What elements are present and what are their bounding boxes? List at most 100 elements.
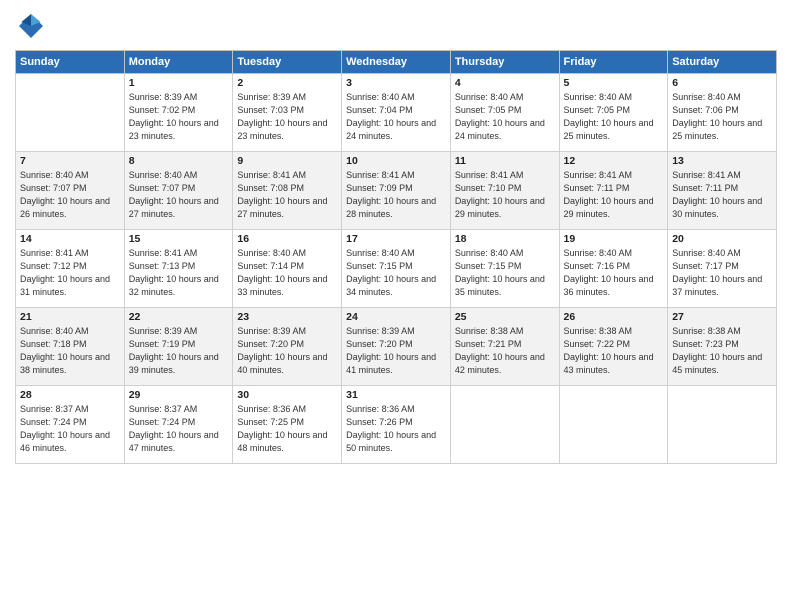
day-number: 22 bbox=[129, 311, 229, 323]
cell-text: Sunrise: 8:37 AMSunset: 7:24 PMDaylight:… bbox=[129, 403, 229, 455]
day-number: 21 bbox=[20, 311, 120, 323]
day-number: 8 bbox=[129, 155, 229, 167]
day-number: 7 bbox=[20, 155, 120, 167]
day-number: 28 bbox=[20, 389, 120, 401]
calendar-cell: 28Sunrise: 8:37 AMSunset: 7:24 PMDayligh… bbox=[16, 386, 125, 464]
calendar-week-1: 1Sunrise: 8:39 AMSunset: 7:02 PMDaylight… bbox=[16, 74, 777, 152]
cell-text: Sunrise: 8:40 AMSunset: 7:04 PMDaylight:… bbox=[346, 91, 446, 143]
calendar-cell: 5 Sunrise: 8:40 AMSunset: 7:05 PMDaylight… bbox=[559, 74, 668, 152]
cell-text: Sunrise: 8:41 AMSunset: 7:11 PMDaylight:… bbox=[564, 169, 664, 221]
cell-text: Sunrise: 8:38 AMSunset: 7:23 PMDaylight:… bbox=[672, 325, 772, 377]
cell-text: Sunrise: 8:40 AMSunset: 7:15 PMDaylight:… bbox=[455, 247, 555, 299]
day-number: 23 bbox=[237, 311, 337, 323]
header-cell-tuesday: Tuesday bbox=[233, 51, 342, 74]
day-number: 5 bbox=[564, 77, 664, 89]
header-cell-thursday: Thursday bbox=[450, 51, 559, 74]
calendar-cell: 4 Sunrise: 8:40 AMSunset: 7:05 PMDaylight… bbox=[450, 74, 559, 152]
calendar-cell bbox=[450, 386, 559, 464]
day-number: 29 bbox=[129, 389, 229, 401]
day-number: 24 bbox=[346, 311, 446, 323]
day-number: 2 bbox=[237, 77, 337, 89]
day-number: 13 bbox=[672, 155, 772, 167]
header-cell-monday: Monday bbox=[124, 51, 233, 74]
calendar-cell: 7 Sunrise: 8:40 AMSunset: 7:07 PMDaylight… bbox=[16, 152, 125, 230]
day-number: 12 bbox=[564, 155, 664, 167]
calendar-cell: 27Sunrise: 8:38 AMSunset: 7:23 PMDayligh… bbox=[668, 308, 777, 386]
calendar-cell: 17 Sunrise: 8:40 AMSunset: 7:15 PMDayligh… bbox=[342, 230, 451, 308]
header-cell-sunday: Sunday bbox=[16, 51, 125, 74]
cell-text: Sunrise: 8:40 AMSunset: 7:16 PMDaylight:… bbox=[564, 247, 664, 299]
cell-text: Sunrise: 8:41 AMSunset: 7:13 PMDaylight:… bbox=[129, 247, 229, 299]
calendar-body: 1Sunrise: 8:39 AMSunset: 7:02 PMDaylight… bbox=[16, 74, 777, 464]
day-number: 17 bbox=[346, 233, 446, 245]
cell-text: Sunrise: 8:40 AMSunset: 7:07 PMDaylight:… bbox=[20, 169, 120, 221]
day-number: 14 bbox=[20, 233, 120, 245]
calendar-cell: 1Sunrise: 8:39 AMSunset: 7:02 PMDaylight… bbox=[124, 74, 233, 152]
header bbox=[15, 10, 777, 42]
header-cell-wednesday: Wednesday bbox=[342, 51, 451, 74]
calendar-cell: 14 Sunrise: 8:41 AMSunset: 7:12 PMDayligh… bbox=[16, 230, 125, 308]
day-number: 31 bbox=[346, 389, 446, 401]
day-number: 19 bbox=[564, 233, 664, 245]
calendar-cell: 3 Sunrise: 8:40 AMSunset: 7:04 PMDaylight… bbox=[342, 74, 451, 152]
day-number: 9 bbox=[237, 155, 337, 167]
cell-text: Sunrise: 8:41 AMSunset: 7:10 PMDaylight:… bbox=[455, 169, 555, 221]
calendar-cell: 26Sunrise: 8:38 AMSunset: 7:22 PMDayligh… bbox=[559, 308, 668, 386]
page: SundayMondayTuesdayWednesdayThursdayFrid… bbox=[0, 0, 792, 612]
calendar-cell: 23Sunrise: 8:39 AMSunset: 7:20 PMDayligh… bbox=[233, 308, 342, 386]
calendar-table: SundayMondayTuesdayWednesdayThursdayFrid… bbox=[15, 50, 777, 464]
day-number: 3 bbox=[346, 77, 446, 89]
calendar-cell: 6 Sunrise: 8:40 AMSunset: 7:06 PMDaylight… bbox=[668, 74, 777, 152]
cell-text: Sunrise: 8:36 AMSunset: 7:25 PMDaylight:… bbox=[237, 403, 337, 455]
cell-text: Sunrise: 8:40 AMSunset: 7:05 PMDaylight:… bbox=[455, 91, 555, 143]
cell-text: Sunrise: 8:40 AMSunset: 7:07 PMDaylight:… bbox=[129, 169, 229, 221]
cell-text: Sunrise: 8:41 AMSunset: 7:09 PMDaylight:… bbox=[346, 169, 446, 221]
header-cell-saturday: Saturday bbox=[668, 51, 777, 74]
cell-text: Sunrise: 8:40 AMSunset: 7:17 PMDaylight:… bbox=[672, 247, 772, 299]
cell-text: Sunrise: 8:40 AMSunset: 7:18 PMDaylight:… bbox=[20, 325, 120, 377]
calendar-header: SundayMondayTuesdayWednesdayThursdayFrid… bbox=[16, 51, 777, 74]
day-number: 18 bbox=[455, 233, 555, 245]
cell-text: Sunrise: 8:39 AMSunset: 7:20 PMDaylight:… bbox=[346, 325, 446, 377]
calendar-cell: 10 Sunrise: 8:41 AMSunset: 7:09 PMDayligh… bbox=[342, 152, 451, 230]
day-number: 11 bbox=[455, 155, 555, 167]
cell-text: Sunrise: 8:40 AMSunset: 7:06 PMDaylight:… bbox=[672, 91, 772, 143]
day-number: 6 bbox=[672, 77, 772, 89]
cell-text: Sunrise: 8:40 AMSunset: 7:05 PMDaylight:… bbox=[564, 91, 664, 143]
header-cell-friday: Friday bbox=[559, 51, 668, 74]
calendar-cell: 22 Sunrise: 8:39 AMSunset: 7:19 PMDayligh… bbox=[124, 308, 233, 386]
day-number: 20 bbox=[672, 233, 772, 245]
calendar-cell: 24 Sunrise: 8:39 AMSunset: 7:20 PMDayligh… bbox=[342, 308, 451, 386]
calendar-cell bbox=[559, 386, 668, 464]
day-number: 10 bbox=[346, 155, 446, 167]
calendar-cell: 31Sunrise: 8:36 AMSunset: 7:26 PMDayligh… bbox=[342, 386, 451, 464]
cell-text: Sunrise: 8:41 AMSunset: 7:12 PMDaylight:… bbox=[20, 247, 120, 299]
calendar-cell: 25Sunrise: 8:38 AMSunset: 7:21 PMDayligh… bbox=[450, 308, 559, 386]
header-row: SundayMondayTuesdayWednesdayThursdayFrid… bbox=[16, 51, 777, 74]
calendar-cell: 30Sunrise: 8:36 AMSunset: 7:25 PMDayligh… bbox=[233, 386, 342, 464]
calendar-cell: 2 Sunrise: 8:39 AMSunset: 7:03 PMDaylight… bbox=[233, 74, 342, 152]
calendar-cell: 29 Sunrise: 8:37 AMSunset: 7:24 PMDayligh… bbox=[124, 386, 233, 464]
calendar-cell: 11 Sunrise: 8:41 AMSunset: 7:10 PMDayligh… bbox=[450, 152, 559, 230]
day-number: 25 bbox=[455, 311, 555, 323]
cell-text: Sunrise: 8:39 AMSunset: 7:03 PMDaylight:… bbox=[237, 91, 337, 143]
cell-text: Sunrise: 8:40 AMSunset: 7:15 PMDaylight:… bbox=[346, 247, 446, 299]
calendar-cell bbox=[16, 74, 125, 152]
calendar-week-5: 28 Sunrise: 8:37 AMSunset: 7:24 PMDayligh… bbox=[16, 386, 777, 464]
logo bbox=[15, 10, 51, 42]
logo-icon bbox=[15, 10, 47, 42]
day-number: 4 bbox=[455, 77, 555, 89]
cell-text: Sunrise: 8:41 AMSunset: 7:11 PMDaylight:… bbox=[672, 169, 772, 221]
cell-text: Sunrise: 8:40 AMSunset: 7:14 PMDaylight:… bbox=[237, 247, 337, 299]
calendar-cell: 15 Sunrise: 8:41 AMSunset: 7:13 PMDayligh… bbox=[124, 230, 233, 308]
cell-text: Sunrise: 8:39 AMSunset: 7:19 PMDaylight:… bbox=[129, 325, 229, 377]
calendar-week-4: 21 Sunrise: 8:40 AMSunset: 7:18 PMDayligh… bbox=[16, 308, 777, 386]
calendar-cell: 9 Sunrise: 8:41 AMSunset: 7:08 PMDaylight… bbox=[233, 152, 342, 230]
day-number: 16 bbox=[237, 233, 337, 245]
calendar-cell: 20 Sunrise: 8:40 AMSunset: 7:17 PMDayligh… bbox=[668, 230, 777, 308]
cell-text: Sunrise: 8:41 AMSunset: 7:08 PMDaylight:… bbox=[237, 169, 337, 221]
calendar-cell: 18 Sunrise: 8:40 AMSunset: 7:15 PMDayligh… bbox=[450, 230, 559, 308]
calendar-cell: 13 Sunrise: 8:41 AMSunset: 7:11 PMDayligh… bbox=[668, 152, 777, 230]
calendar-week-2: 7 Sunrise: 8:40 AMSunset: 7:07 PMDaylight… bbox=[16, 152, 777, 230]
day-number: 15 bbox=[129, 233, 229, 245]
